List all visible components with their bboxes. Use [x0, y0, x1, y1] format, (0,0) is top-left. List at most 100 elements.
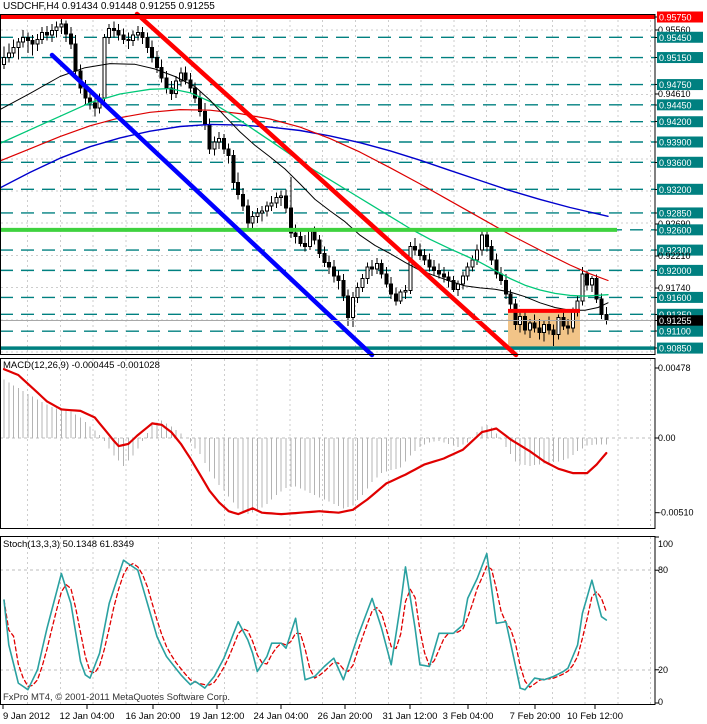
candle: [212, 141, 217, 150]
stoch-axis-label-80: 80: [658, 565, 668, 575]
time-label: 24 Jan 04:00: [254, 711, 309, 722]
candle: [21, 36, 26, 43]
candle: [556, 317, 561, 336]
price-label-0.92210: 0.92210: [658, 251, 691, 261]
candle: [174, 80, 179, 94]
price-label-0.93600: 0.93600: [659, 158, 692, 168]
candle: [484, 234, 489, 248]
candle: [250, 215, 255, 224]
time-label: 19 Jan 12:00: [190, 711, 245, 722]
price-label-0.94450: 0.94450: [659, 100, 692, 110]
candle: [312, 230, 317, 241]
candle: [54, 26, 59, 32]
candle: [341, 280, 346, 297]
candle: [25, 36, 30, 42]
candle: [45, 32, 50, 36]
candle: [92, 102, 97, 109]
candle: [355, 286, 360, 298]
candle: [398, 291, 403, 302]
candle: [379, 263, 384, 275]
candle: [436, 269, 441, 275]
macd-axis-label-0.00478: 0.00478: [658, 363, 691, 373]
time-label: 12 Jan 04:00: [60, 711, 115, 722]
candle: [370, 266, 375, 270]
candle: [489, 246, 494, 261]
price-label-0.93900: 0.93900: [659, 138, 692, 148]
candle: [470, 259, 475, 268]
candle: [193, 87, 198, 99]
candle: [68, 33, 73, 45]
candle: [116, 30, 121, 36]
candle: [465, 266, 470, 277]
price-label-0.91740: 0.91740: [658, 283, 691, 293]
candle: [107, 27, 112, 38]
time-label: 31 Jan 12:00: [383, 711, 438, 722]
candle: [503, 280, 508, 295]
candle: [154, 57, 159, 69]
candle: [59, 23, 64, 28]
candle: [551, 329, 556, 336]
price-label-0.94200: 0.94200: [659, 117, 692, 127]
candle: [255, 212, 260, 217]
candle: [403, 290, 408, 293]
candle: [303, 242, 308, 248]
candle: [298, 236, 303, 244]
candle: [140, 32, 145, 38]
stoch-plot-area[interactable]: [0, 536, 655, 705]
candle: [279, 195, 284, 198]
candle: [2, 57, 6, 65]
candle: [121, 34, 126, 40]
candle: [102, 36, 107, 99]
candle: [422, 255, 427, 261]
time-label: 26 Jan 20:00: [318, 711, 373, 722]
candle: [231, 155, 236, 184]
candle: [475, 249, 480, 261]
candle: [408, 246, 413, 292]
candle: [16, 41, 21, 48]
time-label: 9 Jan 2012: [3, 711, 50, 722]
candle: [6, 52, 11, 59]
candle: [508, 293, 513, 305]
candle: [427, 259, 432, 268]
candle: [183, 72, 188, 81]
candle: [365, 266, 370, 279]
price-label-0.92000: 0.92000: [659, 266, 692, 276]
stoch-axis-label-20: 20: [658, 665, 668, 675]
candle: [460, 275, 465, 285]
price-label-0.95450: 0.95450: [659, 33, 692, 43]
candle: [513, 303, 518, 325]
candle: [336, 275, 341, 282]
candle: [221, 138, 226, 150]
candle: [131, 34, 136, 42]
macd-axis-label-0.00: 0.00: [658, 433, 676, 443]
candle: [331, 266, 336, 277]
price-label-0.94610: 0.94610: [658, 89, 691, 99]
candle: [322, 252, 327, 263]
candle: [207, 124, 212, 150]
candle: [566, 325, 571, 329]
candle: [350, 296, 355, 319]
candle: [585, 273, 590, 286]
macd-plot-area[interactable]: [0, 358, 655, 529]
candle: [145, 36, 150, 48]
price-label-0.91255: 0.91255: [659, 316, 692, 326]
candle: [159, 67, 164, 79]
candle: [360, 277, 365, 288]
candle: [274, 196, 279, 204]
candle: [307, 230, 312, 248]
candle: [374, 263, 379, 270]
chart-canvas: 0.957500.955600.954500.951500.947500.946…: [0, 11, 703, 722]
candle: [269, 202, 274, 207]
candle: [135, 32, 140, 36]
time-label: 16 Jan 20:00: [126, 711, 181, 722]
candle: [561, 317, 566, 327]
candle: [523, 315, 528, 331]
price-axis: 0.957500.955600.954500.951500.947500.946…: [655, 11, 703, 707]
candle: [346, 295, 351, 319]
candle: [11, 46, 16, 54]
macd-axis-label--0.00510: -0.00510: [658, 508, 694, 518]
candle: [241, 194, 245, 207]
mt4-chart-window: 0.95750 0.95560 0.95450 0.95150 0.94750 0.946…: [0, 0, 707, 724]
candle: [570, 310, 575, 329]
candle: [589, 277, 594, 286]
